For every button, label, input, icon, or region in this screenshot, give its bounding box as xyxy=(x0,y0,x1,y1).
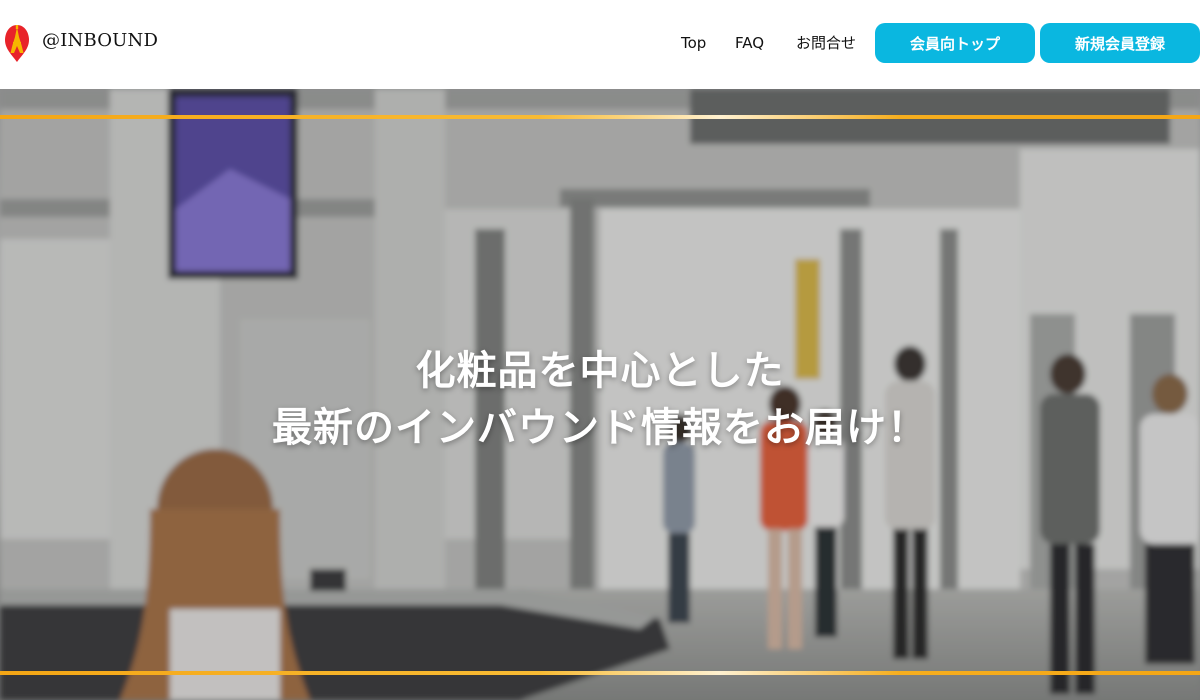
site-header: @INBOUND Top FAQ お問合せ 会員向トップ 新規会員登録 xyxy=(0,0,1200,89)
register-button[interactable]: 新規会員登録 xyxy=(1040,23,1200,63)
eiffel-tower-pin-icon xyxy=(5,25,29,62)
brand-name: @INBOUND xyxy=(42,30,159,51)
hero-bottom-divider xyxy=(0,671,1200,675)
nav-contact-link[interactable]: お問合せ xyxy=(796,32,856,54)
member-top-button[interactable]: 会員向トップ xyxy=(875,23,1035,63)
brand-logo-link[interactable]: @INBOUND xyxy=(4,21,158,65)
nav-faq-link[interactable]: FAQ xyxy=(735,32,764,54)
hero-section: 化粧品を中心とした 最新のインバウンド情報をお届け！ xyxy=(0,89,1200,700)
hero-top-divider xyxy=(0,115,1200,119)
hero-headline-line1: 化粧品を中心とした xyxy=(415,348,785,394)
hero-headline-line2: 最新のインバウンド情報をお届け！ xyxy=(272,405,928,451)
nav-top-link[interactable]: Top xyxy=(681,32,706,54)
hero-headline: 化粧品を中心とした 最新のインバウンド情報をお届け！ xyxy=(0,343,1200,457)
